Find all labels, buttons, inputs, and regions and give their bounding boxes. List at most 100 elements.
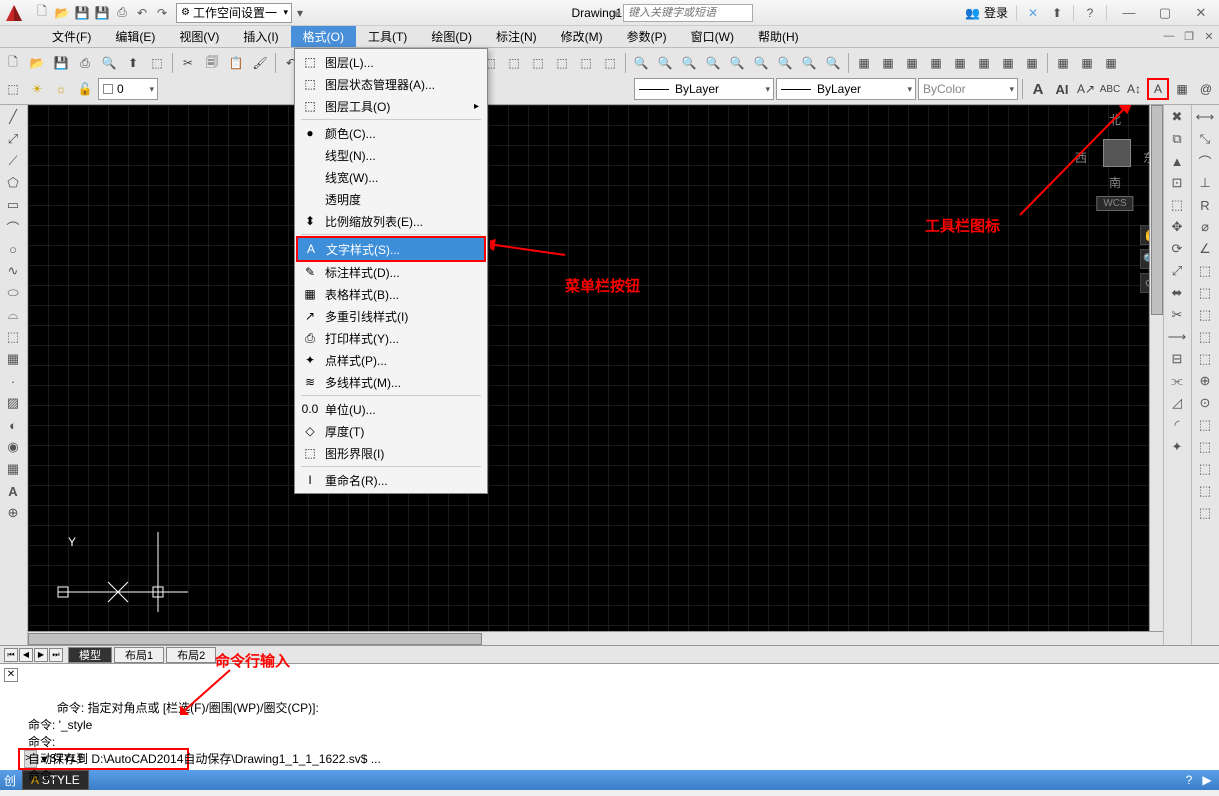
layout-tab[interactable]: 布局1 — [114, 647, 164, 663]
tb-zoom-icon[interactable]: 🔍 — [726, 52, 748, 74]
tb-bulb-icon[interactable]: ☼ — [50, 78, 72, 100]
tb-zoom-icon[interactable]: 🔍 — [798, 52, 820, 74]
minimize-button[interactable]: ― — [1115, 3, 1143, 23]
login-button[interactable]: 👥 登录 — [965, 4, 1008, 21]
status-help-icon[interactable]: ? — [1181, 772, 1197, 788]
dropdown-item[interactable]: ◇厚度(T) — [297, 420, 485, 442]
dropdown-item[interactable]: 透明度 — [297, 188, 485, 210]
dim-ord-icon[interactable]: ⊥ — [1194, 173, 1216, 193]
workspace-selector[interactable]: ⚙ 工作空间设置一 — [176, 3, 292, 23]
join-icon[interactable]: ⫘ — [1166, 371, 1188, 391]
tb-open-icon[interactable]: 📂 — [26, 52, 48, 74]
erase-icon[interactable]: ✖ — [1166, 107, 1188, 127]
dim-arc-icon[interactable]: ⌒ — [1194, 151, 1216, 171]
dropdown-item[interactable]: ⬚图层状态管理器(A)... — [297, 73, 485, 95]
share-icon[interactable]: ⬆ — [1049, 5, 1065, 21]
menu-5[interactable]: 工具(T) — [356, 26, 419, 47]
drawing-canvas[interactable]: 北 南 西 东 WCS ✋ 🔍 ⟳ Y — [28, 105, 1163, 645]
qat-save-icon[interactable]: 💾 — [74, 5, 90, 21]
dim-baseline-icon[interactable]: ⬚ — [1194, 283, 1216, 303]
hatch-icon[interactable]: ▨ — [2, 393, 24, 413]
menu-6[interactable]: 绘图(D) — [419, 26, 484, 47]
ellipse-arc-icon[interactable]: ⌓ — [2, 305, 24, 325]
close-button[interactable]: ✕ — [1187, 3, 1215, 23]
polyline-icon[interactable]: ⟋ — [2, 151, 24, 171]
tb-tool-icon[interactable]: ⬚ — [503, 52, 525, 74]
jog-icon[interactable]: ⬚ — [1194, 437, 1216, 457]
tb-3dprint-icon[interactable]: ⬚ — [146, 52, 168, 74]
circle-icon[interactable]: ○ — [2, 239, 24, 259]
explode-icon[interactable]: ✦ — [1166, 437, 1188, 457]
dropdown-item[interactable]: ⬚图形界限(I) — [297, 442, 485, 464]
copy-icon[interactable]: ⧉ — [1166, 129, 1188, 149]
arc-icon[interactable]: ⌒ — [2, 217, 24, 237]
tb-zoom-icon[interactable]: 🔍 — [750, 52, 772, 74]
tb-paste-icon[interactable]: 📋 — [225, 52, 247, 74]
tb-preview-icon[interactable]: 🔍 — [98, 52, 120, 74]
menu-0[interactable]: 文件(F) — [40, 26, 103, 47]
vertical-scrollbar[interactable] — [1149, 105, 1163, 631]
tab-prev-icon[interactable]: ◀ — [19, 648, 33, 662]
menu-9[interactable]: 参数(P) — [615, 26, 679, 47]
maximize-button[interactable]: ▢ — [1151, 3, 1179, 23]
dropdown-item[interactable]: ↗多重引线样式(I) — [297, 305, 485, 327]
tb-view-icon[interactable]: ▦ — [1052, 52, 1074, 74]
qat-undo-icon[interactable]: ↶ — [134, 5, 150, 21]
dropdown-item[interactable]: A文字样式(S)... — [298, 238, 484, 260]
doc-close-button[interactable]: ✕ — [1199, 26, 1219, 46]
tb-view-icon[interactable]: ▦ — [1076, 52, 1098, 74]
tb-save-icon[interactable]: 💾 — [50, 52, 72, 74]
dropdown-item[interactable]: I重命名(R)... — [297, 469, 485, 491]
tb-view-icon[interactable]: ▦ — [853, 52, 875, 74]
status-play-icon[interactable]: ▶ — [1199, 772, 1215, 788]
array-icon[interactable]: ⬚ — [1166, 195, 1188, 215]
tb-style-highlighted-icon[interactable]: A — [1147, 78, 1169, 100]
qat-saveas-icon[interactable]: 💾 — [94, 5, 110, 21]
tb-zoom-icon[interactable]: 🔍 — [678, 52, 700, 74]
qat-dropdown-icon[interactable]: ▾ — [292, 5, 308, 21]
update-icon[interactable]: ⬚ — [1194, 481, 1216, 501]
extend-icon[interactable]: ⟶ — [1166, 327, 1188, 347]
dim-quick-icon[interactable]: ⬚ — [1194, 261, 1216, 281]
menu-7[interactable]: 标注(N) — [484, 26, 549, 47]
dropdown-item[interactable]: 线型(N)... — [297, 144, 485, 166]
doc-restore-button[interactable]: ❐ — [1179, 26, 1199, 46]
dropdown-item[interactable]: 0.0单位(U)... — [297, 398, 485, 420]
menu-1[interactable]: 编辑(E) — [103, 26, 167, 47]
dim-space-icon[interactable]: ⬚ — [1194, 327, 1216, 347]
tb-spell-icon[interactable]: ABC — [1099, 78, 1121, 100]
tb-zoom-icon[interactable]: 🔍 — [654, 52, 676, 74]
trim-icon[interactable]: ✂ — [1166, 305, 1188, 325]
offset-icon[interactable]: ⊡ — [1166, 173, 1188, 193]
menu-4[interactable]: 格式(O) — [291, 26, 356, 47]
addselect-icon[interactable]: ⊕ — [2, 503, 24, 523]
tb-copy-icon[interactable]: 🗐 — [201, 52, 223, 74]
tb-justify-icon[interactable]: @ — [1195, 78, 1217, 100]
dim-diameter-icon[interactable]: ⌀ — [1194, 217, 1216, 237]
polygon-icon[interactable]: ⬠ — [2, 173, 24, 193]
tb-view-icon[interactable]: ▦ — [973, 52, 995, 74]
tb-view-icon[interactable]: ▦ — [925, 52, 947, 74]
qat-open-icon[interactable]: 📂 — [54, 5, 70, 21]
help-icon[interactable]: ? — [1082, 5, 1098, 21]
dim-aligned-icon[interactable]: ⤡ — [1194, 129, 1216, 149]
dropdown-item[interactable]: ≋多线样式(M)... — [297, 371, 485, 393]
center-icon[interactable]: ⊙ — [1194, 393, 1216, 413]
tb-zoom-icon[interactable]: 🔍 — [630, 52, 652, 74]
dropdown-item[interactable]: ✎标注样式(D)... — [297, 261, 485, 283]
viewcube[interactable]: 北 南 西 东 WCS — [1075, 111, 1155, 211]
layer-dropdown[interactable]: 0 — [98, 78, 158, 100]
gradient-icon[interactable]: ◐ — [2, 415, 24, 435]
tab-last-icon[interactable]: ⏭ — [49, 648, 63, 662]
chamfer-icon[interactable]: ◿ — [1166, 393, 1188, 413]
ellipse-icon[interactable]: ⬭ — [2, 283, 24, 303]
tb-tool-icon[interactable]: ⬚ — [551, 52, 573, 74]
dropdown-item[interactable]: ✦点样式(P)... — [297, 349, 485, 371]
tb-view-icon[interactable]: ▦ — [1021, 52, 1043, 74]
dropdown-item[interactable]: ●颜色(C)... — [297, 122, 485, 144]
scale-icon[interactable]: ⤢ — [1166, 261, 1188, 281]
viewcube-face[interactable] — [1103, 139, 1131, 167]
dropdown-item[interactable]: ▦表格样式(B)... — [297, 283, 485, 305]
inspect-icon[interactable]: ⬚ — [1194, 415, 1216, 435]
mirror-icon[interactable]: ▲ — [1166, 151, 1188, 171]
